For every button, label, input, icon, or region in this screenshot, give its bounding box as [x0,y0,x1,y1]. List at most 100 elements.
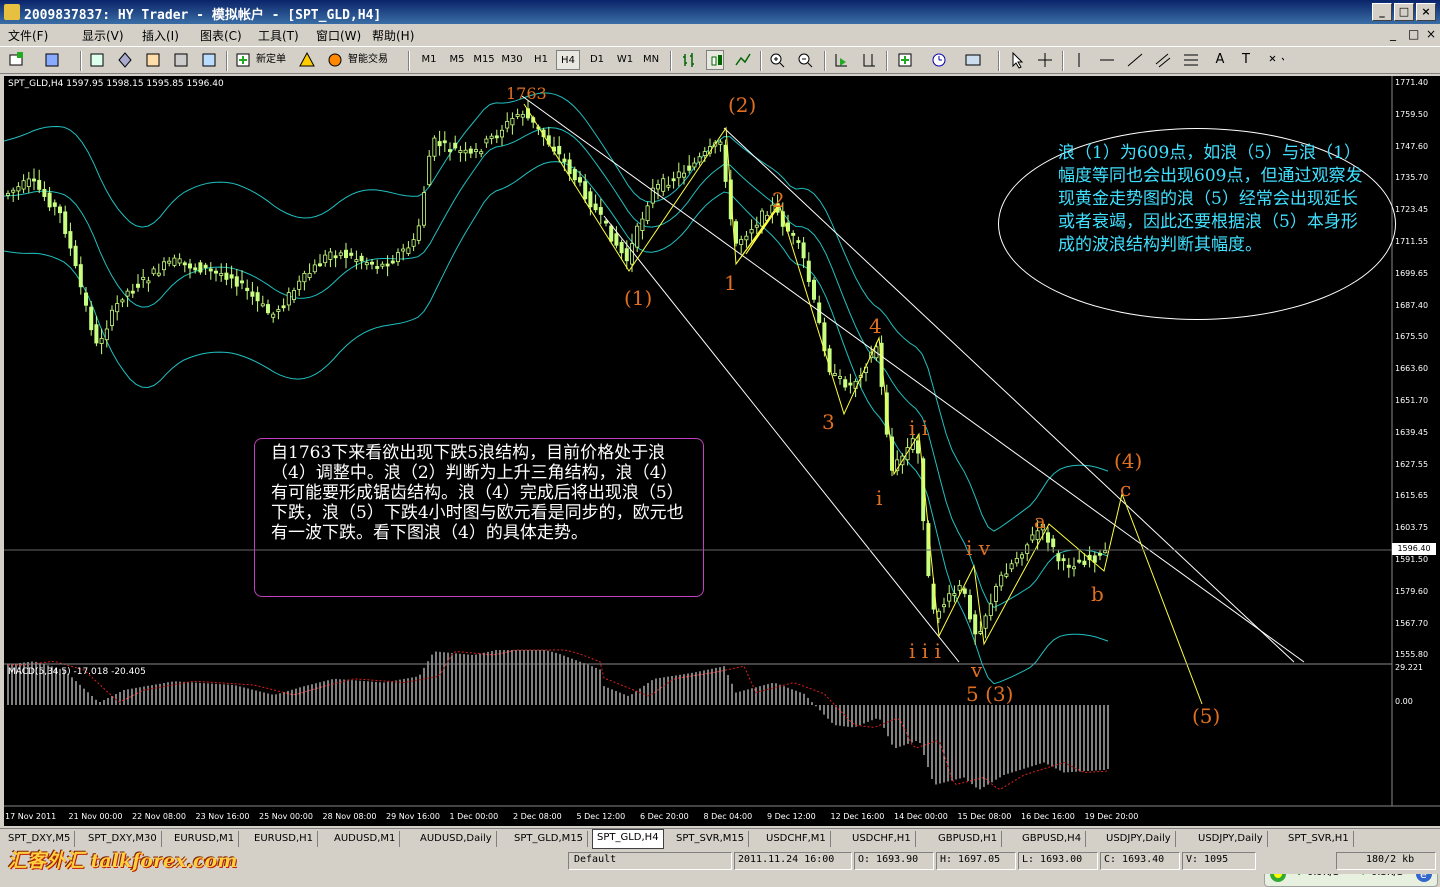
data-window-icon[interactable] [116,50,134,70]
candle-body [801,242,806,259]
time-label: 21 Nov 00:00 [68,812,123,821]
tab-usdjpy-daily[interactable]: USDJPY,Daily [1102,831,1176,847]
candle-body [994,586,999,602]
expert-button[interactable]: 智能交易 [348,50,388,70]
maximize-button[interactable]: □ [1394,3,1414,21]
profiles-icon[interactable] [44,50,62,70]
candlestick-icon[interactable] [706,50,724,70]
terminal-icon[interactable] [172,50,190,70]
tab-gbpusd-h1[interactable]: GBPUSD,H1 [934,831,1003,847]
tf-m1-button[interactable]: M1 [418,50,440,70]
indicators-icon[interactable] [896,50,914,70]
templates-icon[interactable] [964,50,982,70]
mdi-restore-button[interactable]: □ [1408,27,1419,41]
label-tool-button[interactable]: T [1238,50,1254,70]
tf-h1-button[interactable]: H1 [530,50,552,70]
candle-body [219,273,224,276]
minor-iii-label: i i i [909,639,941,663]
chart-window[interactable]: SPT_GLD,H4 1597.95 1598.15 1595.85 1596.… [4,76,1440,887]
candle-body [354,259,359,263]
wave-3-label: 5 (3) [966,682,1014,706]
candle-body [1066,564,1071,568]
close-button[interactable]: × [1416,3,1436,21]
tab-spt-gld-m15[interactable]: SPT_GLD,M15 [510,831,589,847]
fibonacci-icon[interactable] [1182,50,1200,70]
auto-scroll-icon[interactable] [832,50,850,70]
menu-insert[interactable]: 插入(I) [142,27,179,44]
price-label: 1639.45 [1395,427,1429,437]
candle-body [1009,563,1014,570]
tab-usdjpy-daily[interactable]: USDJPY,Daily [1194,831,1268,847]
tab-usdchf-h1[interactable]: USDCHF,H1 [848,831,916,847]
mdi-close-button[interactable]: × [1426,27,1436,41]
tab-spt-svr-m15[interactable]: SPT_SVR,M15 [672,831,750,847]
menu-help[interactable]: 帮助(H) [372,27,414,44]
periods-icon[interactable] [930,50,948,70]
tf-m15-button[interactable]: M15 [472,50,496,70]
tab-spt-dxy-m30[interactable]: SPT_DXY,M30 [84,831,162,847]
bar-chart-icon[interactable] [680,50,698,70]
tf-mn-button[interactable]: MN [640,50,662,70]
tab-spt-dxy-m5[interactable]: SPT_DXY,M5 [4,831,76,847]
menu-charts[interactable]: 图表(C) [200,27,242,44]
tf-m5-button[interactable]: M5 [446,50,468,70]
menu-window[interactable]: 窗口(W) [316,27,361,44]
candle-body [151,268,156,275]
candle-body [255,292,260,302]
menu-tools[interactable]: 工具(T) [258,27,299,44]
candle-body [1004,573,1009,577]
tf-m30-button[interactable]: M30 [500,50,524,70]
trendline-icon[interactable] [1126,50,1144,70]
candle-body [1072,566,1077,570]
candle-body [297,280,302,290]
zoom-out-icon[interactable] [796,50,814,70]
market-watch-icon[interactable] [88,50,106,70]
text-tool-button[interactable]: A [1212,50,1228,70]
candle-body [349,252,354,256]
tab-usdchf-m1[interactable]: USDCHF,M1 [762,831,831,847]
minimize-button[interactable]: _ [1372,3,1392,21]
candle-body [760,210,765,227]
tab-eurusd-m1[interactable]: EURUSD,M1 [170,831,240,847]
line-chart-icon[interactable] [734,50,752,70]
warning-icon[interactable] [298,50,316,70]
zoom-in-icon[interactable] [768,50,786,70]
candle-body [936,610,941,619]
candle-body [411,239,416,247]
candle-body [619,242,624,254]
menu-view[interactable]: 显示(V) [82,27,124,44]
price-label: 1615.65 [1395,491,1429,501]
vertical-line-icon[interactable] [1070,50,1088,70]
tab-spt-gld-h4[interactable]: SPT_GLD,H4 [592,829,664,849]
tf-w1-button[interactable]: W1 [614,50,636,70]
horizontal-line-icon[interactable] [1098,50,1116,70]
mdi-minimize-button[interactable]: _ [1390,27,1396,41]
new-order-button[interactable]: 新定单 [256,50,286,70]
candle-body [110,309,115,326]
tab-audusd-daily[interactable]: AUDUSD,Daily [416,831,497,847]
navigator-icon[interactable] [144,50,162,70]
tf-h4-button[interactable]: H4 [556,50,580,70]
candle-body [84,292,89,306]
tab-spt-svr-h1[interactable]: SPT_SVR,H1 [1284,831,1354,847]
subwave-1-label: 1 [724,271,737,295]
tab-gbpusd-h4[interactable]: GBPUSD,H4 [1018,831,1087,847]
cursor-icon[interactable] [1008,50,1026,70]
candle-body [754,224,759,228]
macd-max-label: 29.221 [1395,663,1423,672]
expert-icon[interactable] [326,50,344,70]
candle-body [229,274,234,279]
arrows-icon[interactable] [1266,50,1284,70]
channel-icon[interactable] [1154,50,1172,70]
wave-c-label: c [1120,477,1132,501]
tab-audusd-m1[interactable]: AUDUSD,M1 [330,831,401,847]
chart-shift-icon[interactable] [860,50,878,70]
tester-icon[interactable] [200,50,218,70]
tab-eurusd-h1[interactable]: EURUSD,H1 [250,831,319,847]
crosshair-icon[interactable] [1036,50,1054,70]
tf-d1-button[interactable]: D1 [586,50,608,70]
new-chart-icon[interactable] [8,50,26,70]
menu-file[interactable]: 文件(F) [8,27,48,44]
new-order-icon[interactable] [234,50,252,70]
candle-body [416,225,421,241]
